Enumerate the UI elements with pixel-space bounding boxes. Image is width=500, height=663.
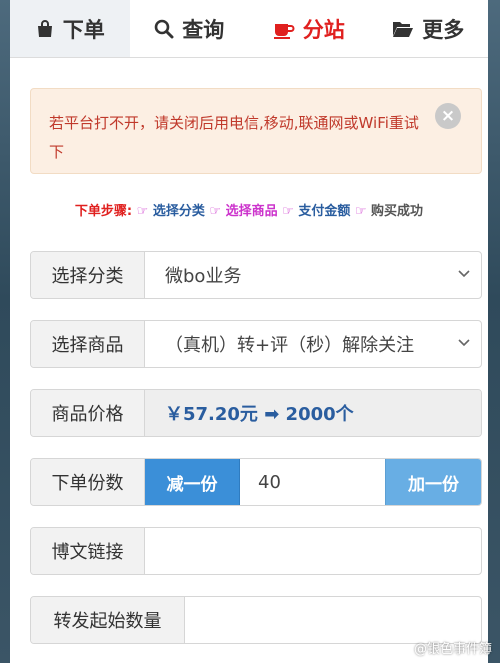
notice-alert: 若平台打不开，请关闭后用电信,移动,联通网或WiFi重试下 × — [30, 88, 482, 174]
step-select-category: 选择分类 — [152, 204, 205, 219]
quantity-label: 下单份数 — [31, 459, 145, 505]
folder-open-icon — [393, 21, 414, 37]
shopping-bag-icon — [37, 19, 52, 37]
hand-pointer-icon: ☞ — [354, 204, 367, 219]
close-icon[interactable]: × — [435, 103, 461, 129]
product-select[interactable]: （真机）转+评（秒）解除关注 — [145, 321, 481, 367]
tab-more-label: 更多 — [422, 17, 465, 42]
tab-order[interactable]: 下单 — [10, 0, 130, 57]
start-count-row: 转发起始数量 — [30, 596, 482, 644]
tab-substation[interactable]: 分站 — [249, 0, 369, 57]
increase-quantity-button[interactable]: 加一份 — [385, 459, 481, 505]
quantity-row: 下单份数 减一份 40 加一份 — [30, 458, 482, 506]
product-row: 选择商品 （真机）转+评（秒）解除关注 — [30, 320, 482, 368]
hand-pointer-icon: ☞ — [209, 204, 222, 219]
category-value: 微bo业务 — [165, 266, 242, 287]
top-tabs: 下单 查询 分站 更多 — [10, 0, 488, 58]
alert-text: 若平台打不开，请关闭后用电信,移动,联通网或WiFi重试下 — [49, 114, 419, 161]
coffee-cup-icon — [273, 23, 295, 39]
step-select-product: 选择商品 — [225, 204, 278, 219]
order-steps: 下单步骤: ☞ 选择分类 ☞ 选择商品 ☞ 支付金额 ☞ 购买成功 — [10, 200, 488, 219]
post-link-input[interactable] — [145, 528, 481, 574]
tab-query[interactable]: 查询 — [130, 0, 250, 57]
watermark: @银色事件簿 — [413, 642, 492, 657]
tab-query-label: 查询 — [182, 17, 225, 42]
chevron-down-icon — [458, 270, 470, 278]
product-value: （真机）转+评（秒）解除关注 — [165, 335, 415, 356]
link-row: 博文链接 — [30, 527, 482, 575]
link-label: 博文链接 — [31, 528, 145, 574]
chevron-down-icon — [458, 339, 470, 347]
step-success: 购买成功 — [371, 204, 424, 219]
product-label: 选择商品 — [31, 321, 145, 367]
price-value: ￥57.20元 ➡ 2000个 — [145, 390, 481, 436]
quantity-input[interactable]: 40 — [240, 459, 385, 505]
start-count-input[interactable] — [185, 597, 481, 643]
search-icon — [154, 19, 174, 38]
tab-order-label: 下单 — [62, 17, 105, 42]
price-label: 商品价格 — [31, 390, 145, 436]
tab-substation-label: 分站 — [302, 17, 345, 42]
hand-pointer-icon: ☞ — [136, 204, 149, 219]
category-row: 选择分类 微bo业务 — [30, 251, 482, 299]
order-card: 下单 查询 分站 更多 若平台打不开，请关闭后用电信,移动,联通网或WiFi重试… — [10, 0, 488, 663]
price-row: 商品价格 ￥57.20元 ➡ 2000个 — [30, 389, 482, 437]
category-label: 选择分类 — [31, 252, 145, 298]
hand-pointer-icon: ☞ — [282, 204, 294, 219]
decrease-quantity-button[interactable]: 减一份 — [145, 459, 240, 505]
start-count-label: 转发起始数量 — [31, 597, 185, 643]
category-select[interactable]: 微bo业务 — [145, 252, 481, 298]
tab-more[interactable]: 更多 — [369, 0, 489, 57]
steps-prefix: 下单步骤: — [74, 204, 133, 219]
step-pay: 支付金额 — [298, 204, 351, 219]
